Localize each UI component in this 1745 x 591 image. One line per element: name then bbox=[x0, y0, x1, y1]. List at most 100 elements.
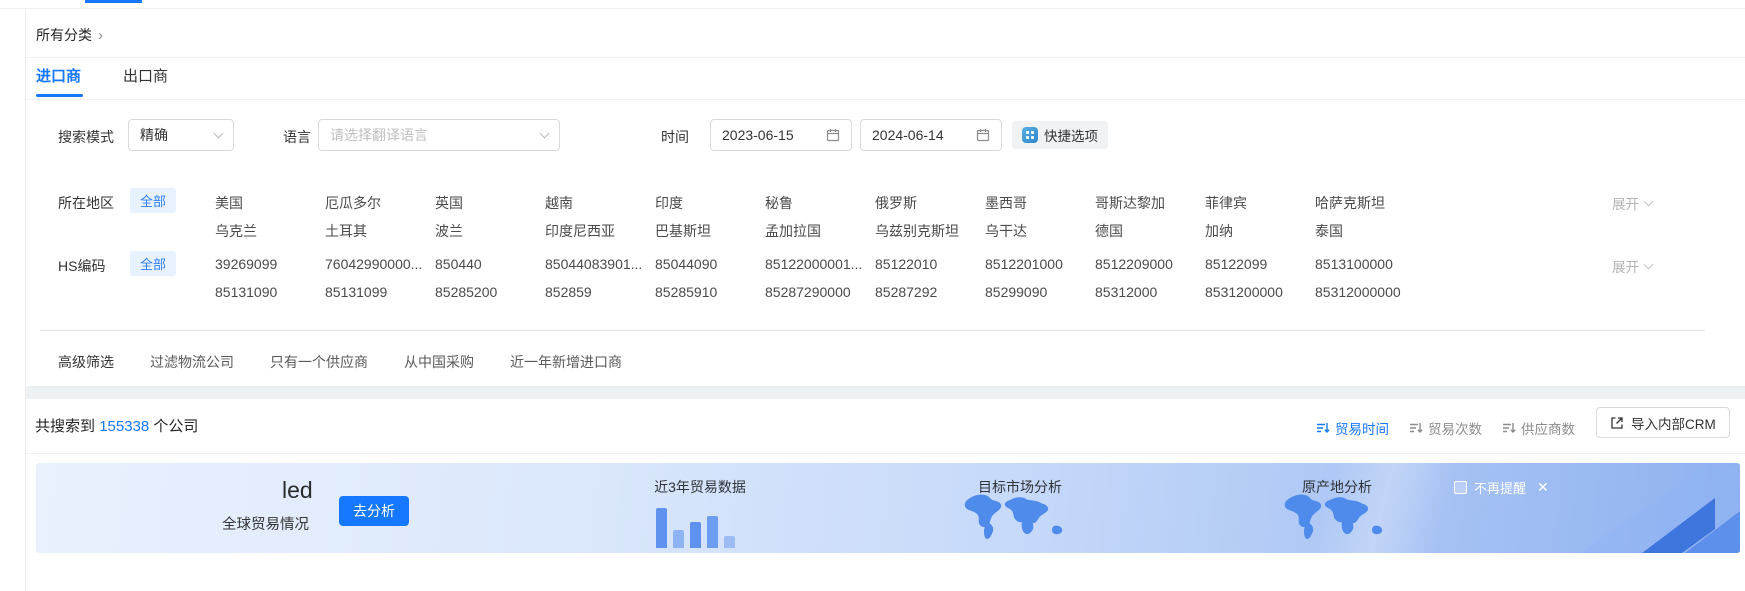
hs-code-item[interactable]: 8512209000 bbox=[1095, 256, 1205, 272]
start-date-value: 2023-06-15 bbox=[722, 127, 794, 143]
hs-code-item[interactable]: 76042990000... bbox=[325, 256, 435, 272]
hs-code-item[interactable]: 85312000 bbox=[1095, 284, 1205, 300]
sort-trade-time[interactable]: 贸易时间 bbox=[1316, 418, 1389, 438]
export-icon bbox=[1610, 416, 1624, 430]
region-item[interactable]: 哈萨克斯坦 bbox=[1315, 193, 1425, 213]
dismiss-checkbox[interactable] bbox=[1454, 481, 1467, 494]
region-item[interactable]: 厄瓜多尔 bbox=[325, 193, 435, 213]
region-item[interactable]: 秘鲁 bbox=[765, 193, 875, 213]
region-item[interactable]: 印度 bbox=[655, 193, 765, 213]
world-map-icon bbox=[1282, 492, 1397, 548]
region-item[interactable]: 乌兹别克斯坦 bbox=[875, 221, 985, 241]
panel-gap bbox=[26, 386, 1745, 399]
hs-code-item[interactable]: 85287290000 bbox=[765, 284, 875, 300]
hs-code-item[interactable]: 39269099 bbox=[215, 256, 325, 272]
sort-label: 贸易次数 bbox=[1428, 418, 1482, 438]
region-item[interactable]: 波兰 bbox=[435, 221, 545, 241]
panel-left-border bbox=[25, 8, 26, 591]
region-item[interactable]: 美国 bbox=[215, 193, 325, 213]
category-breadcrumb[interactable]: 所有分类 › bbox=[36, 25, 103, 45]
trade-analysis-banner: led 全球贸易情况 去分析 近3年贸易数据 目标市场分析 原产地分析 bbox=[36, 463, 1740, 553]
sort-label: 供应商数 bbox=[1521, 418, 1575, 438]
close-icon[interactable]: ✕ bbox=[1537, 479, 1549, 496]
region-item[interactable]: 俄罗斯 bbox=[875, 193, 985, 213]
region-item[interactable]: 越南 bbox=[545, 193, 655, 213]
hs-code-item[interactable]: 85044083901... bbox=[545, 256, 655, 272]
tab-importer[interactable]: 进口商 bbox=[36, 65, 81, 86]
trade-search-page: 所有分类 › 进口商 出口商 搜索模式 精确 语言 请选择翻译语言 时间 202… bbox=[0, 0, 1745, 591]
banner-arrow-decoration bbox=[1550, 463, 1740, 553]
hs-code-item[interactable]: 8531200000 bbox=[1205, 284, 1315, 300]
region-item[interactable]: 加纳 bbox=[1205, 221, 1315, 241]
region-item[interactable]: 乌克兰 bbox=[215, 221, 325, 241]
region-item[interactable]: 墨西哥 bbox=[985, 193, 1095, 213]
hs-code-item[interactable]: 8513100000 bbox=[1315, 256, 1425, 272]
hs-code-item[interactable]: 85122000001... bbox=[765, 256, 875, 272]
sort-icon bbox=[1502, 421, 1516, 435]
region-label: 所在地区 bbox=[58, 193, 114, 213]
hs-code-item[interactable]: 85131090 bbox=[215, 284, 325, 300]
analyze-button[interactable]: 去分析 bbox=[339, 496, 409, 526]
language-select[interactable]: 请选择翻译语言 bbox=[318, 119, 560, 151]
start-date-input[interactable]: 2023-06-15 bbox=[710, 119, 852, 151]
trade-bar bbox=[690, 522, 701, 548]
sort-supplier-count[interactable]: 供应商数 bbox=[1502, 418, 1575, 438]
hs-code-item[interactable]: 85122010 bbox=[875, 256, 985, 272]
import-crm-label: 导入内部CRM bbox=[1631, 413, 1716, 433]
trade-bar bbox=[724, 536, 735, 548]
region-item[interactable]: 英国 bbox=[435, 193, 545, 213]
dismiss-label: 不再提醒 bbox=[1474, 478, 1526, 497]
expand-label: 展开 bbox=[1612, 256, 1639, 276]
region-item[interactable]: 哥斯达黎加 bbox=[1095, 193, 1205, 213]
hs-code-item[interactable]: 85131099 bbox=[325, 284, 435, 300]
region-item[interactable]: 乌干达 bbox=[985, 221, 1095, 241]
divider bbox=[26, 453, 1745, 454]
region-item[interactable]: 印度尼西亚 bbox=[545, 221, 655, 241]
filter-logistics[interactable]: 过滤物流公司 bbox=[150, 352, 234, 372]
quick-options-label: 快捷选项 bbox=[1044, 125, 1098, 145]
region-all-tag[interactable]: 全部 bbox=[130, 188, 176, 213]
hs-code-item[interactable]: 85285910 bbox=[655, 284, 765, 300]
hs-code-item[interactable]: 85044090 bbox=[655, 256, 765, 272]
filter-single-supplier[interactable]: 只有一个供应商 bbox=[270, 352, 368, 372]
filter-new-importers[interactable]: 近一年新增进口商 bbox=[510, 352, 622, 372]
sort-icon bbox=[1409, 421, 1423, 435]
tab-exporter[interactable]: 出口商 bbox=[123, 65, 168, 86]
divider bbox=[26, 99, 1745, 100]
region-row-2: 乌克兰 土耳其 波兰 印度尼西亚 巴基斯坦 孟加拉国 乌兹别克斯坦 乌干达 德国… bbox=[215, 221, 1425, 241]
region-item[interactable]: 德国 bbox=[1095, 221, 1205, 241]
end-date-input[interactable]: 2024-06-14 bbox=[860, 119, 1002, 151]
search-mode-select[interactable]: 精确 bbox=[128, 119, 234, 151]
region-item[interactable]: 巴基斯坦 bbox=[655, 221, 765, 241]
hs-code-item[interactable]: 852859 bbox=[545, 284, 655, 300]
region-item[interactable]: 孟加拉国 bbox=[765, 221, 875, 241]
count-prefix: 共搜索到 bbox=[35, 418, 95, 435]
sort-trade-count[interactable]: 贸易次数 bbox=[1409, 418, 1482, 438]
hs-code-item[interactable]: 8512201000 bbox=[985, 256, 1095, 272]
calendar-icon bbox=[976, 128, 990, 142]
hs-code-item[interactable]: 85312000000 bbox=[1315, 284, 1425, 300]
hs-code-item[interactable]: 850440 bbox=[435, 256, 545, 272]
trade-bar bbox=[673, 530, 684, 548]
hs-code-item[interactable]: 85285200 bbox=[435, 284, 545, 300]
hs-code-item[interactable]: 85299090 bbox=[985, 284, 1095, 300]
hs-all-tag[interactable]: 全部 bbox=[130, 251, 176, 276]
hs-code-item[interactable]: 85122099 bbox=[1205, 256, 1315, 272]
banner-subtitle: 全球贸易情况 bbox=[222, 513, 309, 534]
hs-expand-toggle[interactable]: 展开 bbox=[1612, 256, 1652, 276]
result-count-line: 共搜索到 155338 个公司 bbox=[35, 415, 198, 436]
sort-label: 贸易时间 bbox=[1335, 418, 1389, 438]
region-item[interactable]: 泰国 bbox=[1315, 221, 1425, 241]
company-count: 155338 bbox=[99, 418, 149, 435]
dismiss-row: 不再提醒 ✕ bbox=[1454, 478, 1549, 497]
region-expand-toggle[interactable]: 展开 bbox=[1612, 193, 1652, 213]
region-item[interactable]: 土耳其 bbox=[325, 221, 435, 241]
import-crm-button[interactable]: 导入内部CRM bbox=[1596, 407, 1730, 438]
region-item[interactable]: 菲律宾 bbox=[1205, 193, 1315, 213]
banner-keyword: led bbox=[282, 477, 313, 504]
count-suffix: 个公司 bbox=[153, 418, 198, 435]
hs-code-item[interactable]: 85287292 bbox=[875, 284, 985, 300]
filter-from-china[interactable]: 从中国采购 bbox=[404, 352, 474, 372]
quick-options-button[interactable]: 快捷选项 bbox=[1012, 121, 1108, 149]
divider bbox=[0, 8, 1745, 9]
